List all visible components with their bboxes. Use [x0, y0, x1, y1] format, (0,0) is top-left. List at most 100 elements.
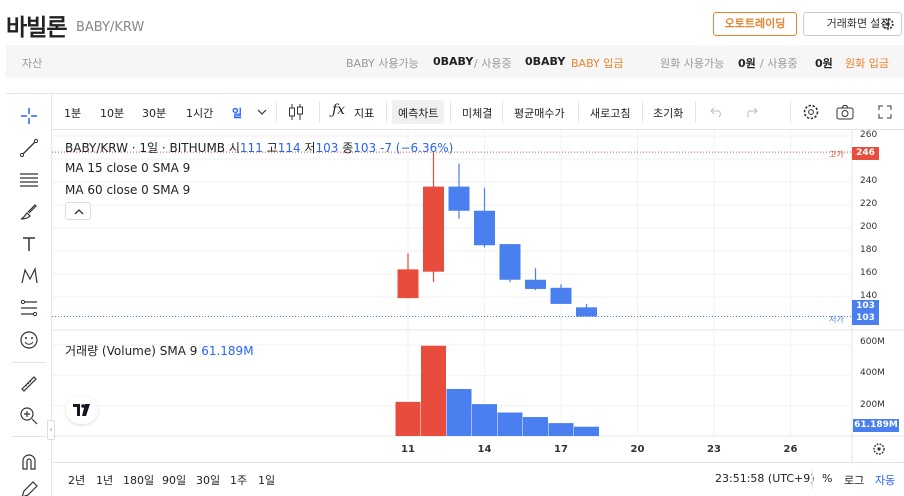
text-tool-icon[interactable] [19, 234, 39, 254]
pair-label: BABY/KRW [76, 20, 145, 35]
range-90d[interactable]: 90일 [162, 472, 186, 488]
high-price-label: 고가 [829, 150, 844, 159]
legend-low-value: 103 [315, 141, 339, 155]
range-30d[interactable]: 30일 [196, 472, 220, 488]
refresh-button[interactable]: 새로고침 [590, 105, 630, 121]
toolbar-divider [12, 362, 46, 363]
legend-open-value: 111 [239, 141, 263, 155]
tradingview-logo-icon [73, 404, 90, 416]
coin-name: 바빌론 [6, 15, 67, 41]
screen-settings-button[interactable]: 거래화면 설정 [803, 12, 902, 36]
auto-trading-button[interactable]: 오토트레이딩 [713, 12, 797, 36]
krw-in-use-label: / 사용중 [760, 57, 798, 70]
horizontal-lines-icon[interactable] [19, 170, 39, 190]
price-chart[interactable]: 11 14 17 20 23 26 [52, 130, 904, 462]
camera-icon[interactable] [836, 104, 854, 120]
legend-high-value: 114 [277, 141, 301, 155]
volume-bar [472, 404, 497, 436]
toolbar-separator [450, 102, 451, 122]
toolbar-separator [642, 102, 643, 122]
candle-body [423, 186, 444, 272]
crosshair-icon[interactable] [19, 106, 39, 126]
coin-available-label: BABY 사용가능 [346, 57, 419, 70]
forecast-chart-button[interactable]: 예측차트 [398, 105, 438, 121]
legend-open-label: 시 [228, 141, 240, 155]
candle-body [525, 279, 546, 289]
ruler-icon[interactable] [19, 374, 39, 394]
volume-bar [523, 417, 548, 436]
coin-deposit-link[interactable]: BABY 입금 [571, 55, 623, 71]
smiley-icon[interactable] [19, 330, 39, 350]
tradingview-logo[interactable] [66, 396, 98, 424]
gear-icon [882, 18, 894, 30]
chevron-up-icon [74, 209, 84, 215]
price-tick: 240 [860, 176, 878, 186]
krw-deposit-link[interactable]: 원화 입금 [845, 55, 889, 71]
candlestick-type-icon[interactable] [288, 103, 304, 121]
collapse-legend-button[interactable] [65, 202, 91, 220]
avg-buy-price-button[interactable]: 평균매수가 [514, 105, 565, 121]
low-price-tag: 103 [852, 312, 879, 325]
candle-body [550, 287, 572, 304]
magnet-icon[interactable] [19, 452, 39, 472]
volume-tick: 600M [860, 337, 885, 347]
volume-label: 거래량 (Volume) SMA 9 [65, 344, 198, 358]
page-header: 바빌론 BABY/KRW 오토트레이딩 거래화면 설정 [0, 0, 904, 46]
interval-30m[interactable]: 30분 [142, 105, 166, 121]
indicator-button[interactable]: 지표 [354, 105, 374, 121]
range-180d[interactable]: 180일 [123, 472, 154, 488]
redo-icon[interactable] [744, 106, 758, 118]
legend-ma15[interactable]: MA 15 close 0 SMA 9 [65, 161, 190, 175]
chevron-down-icon[interactable] [257, 108, 267, 116]
time-axis-label: 20 [631, 444, 645, 455]
undo-icon[interactable] [710, 106, 724, 118]
pattern-icon[interactable] [19, 266, 39, 286]
interval-1m[interactable]: 1분 [64, 105, 81, 121]
drawing-toolbar [6, 94, 52, 496]
percent-toggle[interactable]: % [822, 472, 832, 485]
krw-in-use-value: 0원 [815, 57, 833, 70]
toolbar-separator [276, 102, 277, 122]
volume-tick: 400M [860, 368, 885, 378]
fx-icon[interactable]: ƒx [332, 102, 345, 118]
range-1d[interactable]: 1일 [258, 472, 275, 488]
candle-body [576, 307, 597, 317]
pencil-icon[interactable] [19, 480, 39, 496]
coin-in-use-label: / 사용중 [474, 57, 512, 70]
volume-bar [548, 423, 574, 436]
time-axis-label: 26 [784, 444, 798, 455]
range-1y[interactable]: 1년 [96, 472, 113, 488]
trend-line-icon[interactable] [19, 138, 39, 158]
reset-button[interactable]: 초기화 [653, 105, 683, 121]
toolbar-separator [790, 102, 791, 122]
clock: 23:51:58 (UTC+9) [715, 472, 815, 485]
interval-10m[interactable]: 10분 [100, 105, 124, 121]
legend-ma60[interactable]: MA 60 close 0 SMA 9 [65, 183, 190, 197]
log-toggle[interactable]: 로그 [844, 472, 864, 488]
time-axis-label: 11 [401, 444, 415, 455]
auto-toggle[interactable]: 자동 [875, 472, 895, 488]
legend-high-label: 고 [266, 141, 278, 155]
settings-gear-icon[interactable] [802, 103, 820, 121]
interval-day[interactable]: 일 [232, 105, 242, 121]
coin-in-use-value: 0BABY [525, 55, 566, 68]
fullscreen-icon[interactable] [878, 105, 892, 119]
scale-settings-icon[interactable] [872, 442, 886, 456]
volume-bar [395, 401, 421, 436]
coin-available-value: 0BABY [433, 55, 474, 68]
time-axis-label: 14 [478, 444, 492, 455]
legend-main: BABY/KRW · 1일 · BITHUMB 시111 고114 저103 종… [65, 139, 453, 156]
range-2y[interactable]: 2년 [68, 472, 85, 488]
fib-icon[interactable] [19, 298, 39, 318]
unfilled-button[interactable]: 미체결 [462, 105, 492, 121]
last-volume-tag: 61.189M [853, 419, 899, 432]
legend-close-label: 종 [342, 141, 354, 155]
high-price-tag: 246 [852, 147, 879, 160]
volume-bar [574, 426, 599, 436]
brush-icon[interactable] [19, 202, 39, 222]
toolbar-divider [12, 436, 46, 437]
time-axis-label: 17 [554, 444, 568, 455]
range-1w[interactable]: 1주 [230, 472, 247, 488]
zoom-in-icon[interactable] [19, 406, 39, 426]
interval-1h[interactable]: 1시간 [186, 105, 213, 121]
